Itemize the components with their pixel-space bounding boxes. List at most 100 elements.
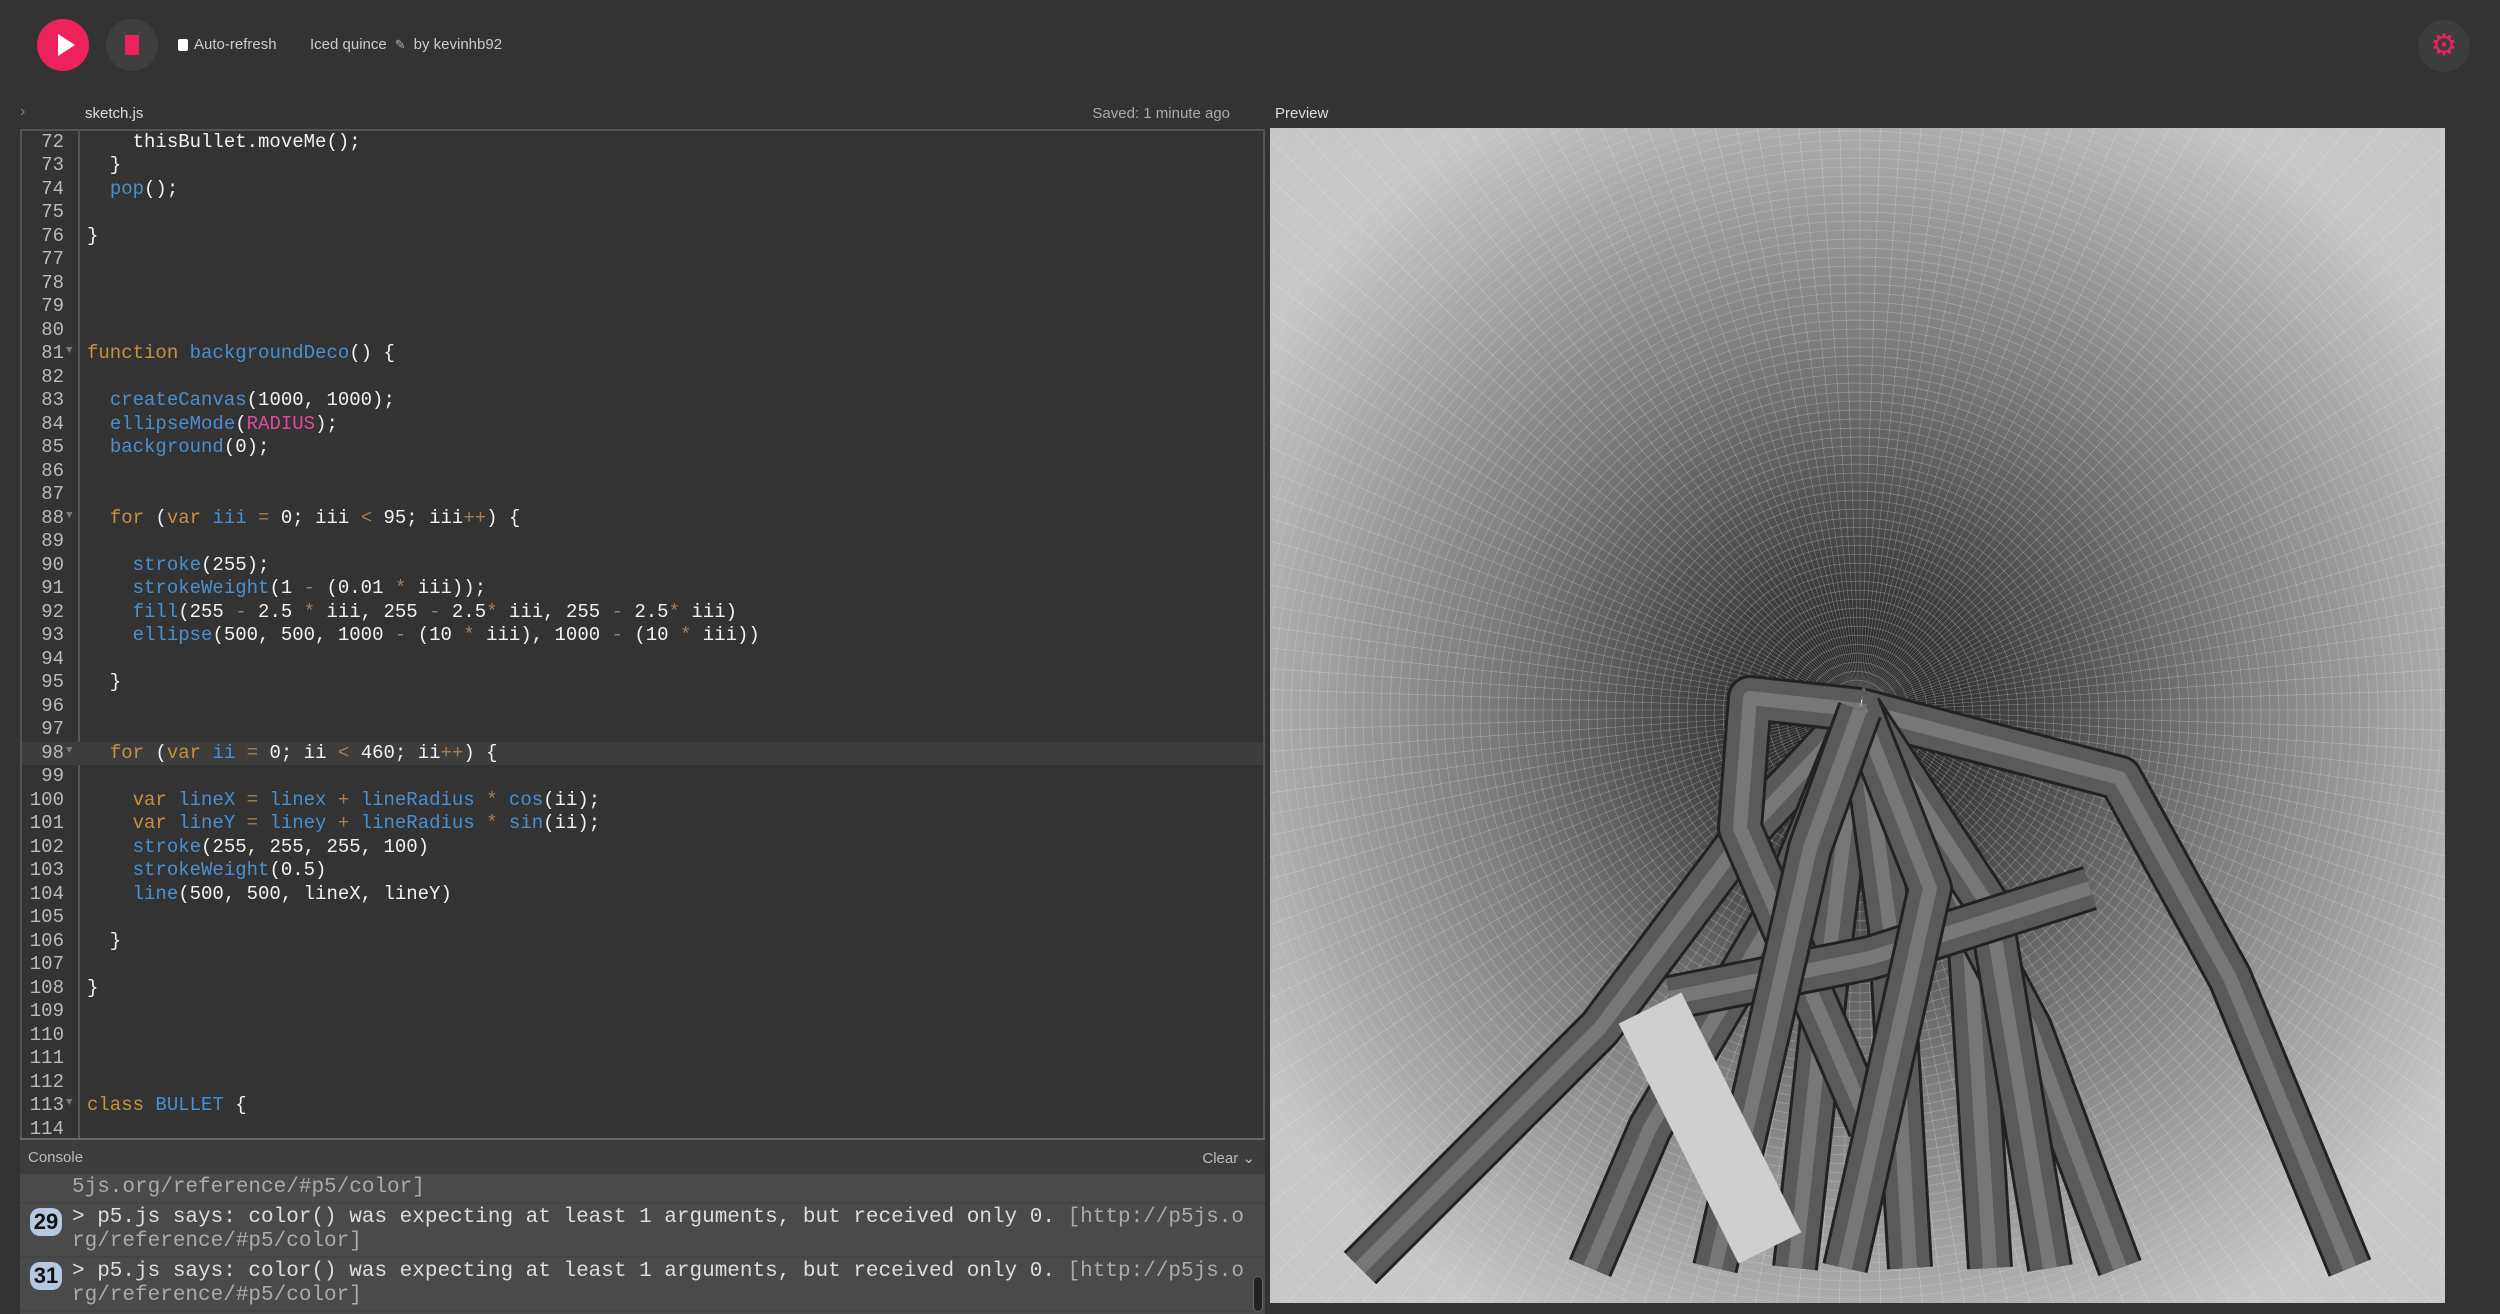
console-scrollbar[interactable] [1253,1276,1263,1312]
play-button[interactable] [37,19,89,71]
code-line[interactable]: 72 thisBullet.moveMe(); [22,131,1263,154]
sketch-output [1270,128,2445,1303]
code-token: } [87,929,122,952]
code-token: iii)) [702,624,760,646]
code-line[interactable]: 93 ellipse(500, 500, 1000 - (10 * iii), … [22,624,1263,648]
line-number: 94 [41,647,64,670]
code-token: function [87,342,190,364]
line-number: 83 [41,389,64,411]
stop-button[interactable] [106,19,158,71]
fold-icon[interactable]: ▼ [66,505,73,529]
code-line[interactable]: 104 line(500, 500, lineX, lineY) [22,883,1263,907]
code-token: 95; iii [383,506,464,529]
code-token: iii, 255 [508,600,612,623]
code-text: function backgroundDeco() { [87,342,395,366]
settings-button[interactable]: ⚙ [2418,20,2470,72]
fold-icon[interactable]: ▼ [66,740,73,764]
code-line[interactable]: 101 var lineY = liney + lineRadius * sin… [22,812,1263,836]
code-line[interactable]: 79 [22,295,1263,319]
code-token: RADIUS [246,412,316,435]
code-line[interactable]: 105 [22,906,1263,930]
code-line[interactable]: 85 background(0); [22,436,1263,460]
code-token: { [235,1094,247,1116]
code-line[interactable]: 94 [22,648,1263,672]
message-text: > p5.js says: color() was expecting at l… [72,1206,1068,1229]
code-line[interactable]: 95 } [22,671,1263,695]
chevron-right-icon[interactable]: › [20,103,25,121]
code-token: * [668,600,692,623]
code-token: - [394,624,418,646]
line-number: 106 [29,929,64,952]
code-line[interactable]: 103 strokeWeight(0.5) [22,859,1263,883]
code-line[interactable]: 82 [22,366,1263,390]
code-line[interactable]: 78 [22,272,1263,296]
code-token: iii)); [417,577,487,599]
code-line[interactable]: 90 stroke(255); [22,554,1263,578]
code-text: strokeWeight(1 - (0.01 * iii)); [87,577,487,601]
code-token: line [132,882,179,905]
code-line[interactable]: 106 } [22,930,1263,954]
code-token: * [394,577,418,599]
code-line[interactable]: 73 } [22,154,1263,178]
code-line[interactable]: 81 ▼ function backgroundDeco() { [22,342,1263,366]
code-line[interactable]: 80 [22,319,1263,343]
code-line[interactable]: 102 stroke(255, 255, 255, 100) [22,836,1263,860]
code-token: 0; ii [269,741,338,764]
code-line[interactable]: 74 pop(); [22,178,1263,202]
code-line[interactable]: 86 [22,460,1263,484]
code-line[interactable]: 84 ellipseMode(RADIUS); [22,413,1263,437]
author[interactable]: by kevinhb92 [414,36,502,53]
code-line[interactable]: 112 [22,1071,1263,1095]
code-line[interactable]: 113 ▼ class BULLET { [22,1094,1263,1118]
pencil-icon[interactable]: ✎ [395,37,406,53]
line-number: 100 [29,788,64,811]
line-number: 77 [41,248,64,270]
clear-label: Clear [1202,1150,1239,1167]
code-line[interactable]: 77 [22,248,1263,272]
code-line[interactable]: 108} [22,977,1263,1001]
line-number: 111 [29,1047,64,1069]
code-line[interactable]: 100 var lineX = linex + lineRadius * cos… [22,789,1263,813]
code-line[interactable]: 87 [22,483,1263,507]
code-line[interactable]: 96 [22,695,1263,719]
code-line[interactable]: 75 [22,201,1263,225]
code-token: var [166,506,213,529]
code-line[interactable]: 99 [22,765,1263,789]
checkbox-icon[interactable] [178,38,188,51]
line-number: 74 [41,177,64,200]
auto-refresh-checkbox[interactable]: Auto-refresh [178,36,277,53]
code-token: < [360,506,384,529]
fold-icon[interactable]: ▼ [66,340,73,364]
clear-button[interactable]: Clear ⌄ [1202,1149,1255,1167]
code-line[interactable]: 89 [22,530,1263,554]
code-line[interactable]: 83 createCanvas(1000, 1000); [22,389,1263,413]
code-line[interactable]: 98 ▼ for (var ii = 0; ii < 460; ii++) { [22,740,1263,765]
code-line[interactable]: 114 [22,1118,1263,1139]
code-editor[interactable]: 71 let thisBullet = bullets[i];72 thisBu… [20,129,1265,1138]
code-line[interactable]: 88 ▼ for (var iii = 0; iii < 95; iii++) { [22,507,1263,531]
line-number: 78 [41,271,64,294]
code-line[interactable]: 109 [22,1000,1263,1024]
preview-canvas[interactable] [1270,128,2445,1303]
code-lines[interactable]: 71 let thisBullet = bullets[i];72 thisBu… [22,131,1263,1139]
sketch-name[interactable]: Iced quince [310,36,387,53]
line-number: 93 [41,624,64,646]
code-line[interactable]: 97 [22,718,1263,742]
code-token: ++ [463,506,487,529]
line-number: 102 [29,835,64,858]
code-line[interactable]: 110 [22,1024,1263,1048]
chevron-down-icon[interactable]: ⌄ [1242,1150,1255,1167]
code-line[interactable]: 92 fill(255 - 2.5 * iii, 255 - 2.5* iii,… [22,601,1263,625]
code-line[interactable]: 111 [22,1047,1263,1071]
code-line[interactable]: 107 [22,953,1263,977]
fold-icon[interactable]: ▼ [66,1092,73,1116]
code-line[interactable]: 91 strokeWeight(1 - (0.01 * iii)); [22,577,1263,601]
code-token: ellipseMode [109,412,236,435]
code-token: for [109,741,156,764]
code-line[interactable]: 76} [22,225,1263,249]
code-token: < [337,741,361,764]
